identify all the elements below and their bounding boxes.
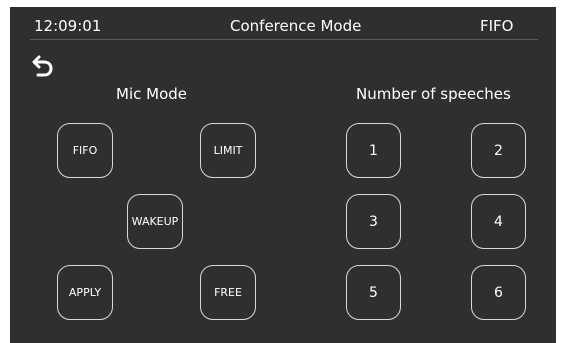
back-button[interactable]: [32, 53, 60, 81]
speeches-2-button[interactable]: 2: [471, 123, 526, 178]
mic-mode-limit-button[interactable]: LIMIT: [200, 123, 256, 178]
undo-arrow-icon: [32, 53, 60, 81]
mic-mode-free-button[interactable]: FREE: [200, 265, 256, 320]
mic-mode-title: Mic Mode: [116, 85, 187, 103]
speeches-3-button[interactable]: 3: [346, 194, 401, 249]
speeches-4-button[interactable]: 4: [471, 194, 526, 249]
speeches-5-button[interactable]: 5: [346, 265, 401, 320]
speeches-1-button[interactable]: 1: [346, 123, 401, 178]
conference-screen: 12:09:01 Conference Mode FIFO Mic Mode N…: [10, 7, 556, 343]
mic-mode-fifo-button[interactable]: FIFO: [57, 123, 113, 178]
status-bar: 12:09:01 Conference Mode FIFO: [10, 7, 556, 41]
mic-mode-apply-button[interactable]: APPLY: [57, 265, 113, 320]
speeches-6-button[interactable]: 6: [471, 265, 526, 320]
mic-mode-wakeup-button[interactable]: WAKEUP: [127, 194, 183, 249]
number-of-speeches-title: Number of speeches: [356, 85, 511, 103]
current-mode-indicator: FIFO: [480, 17, 514, 35]
status-divider: [30, 39, 538, 40]
page-title: Conference Mode: [230, 17, 362, 35]
status-time: 12:09:01: [34, 17, 102, 35]
